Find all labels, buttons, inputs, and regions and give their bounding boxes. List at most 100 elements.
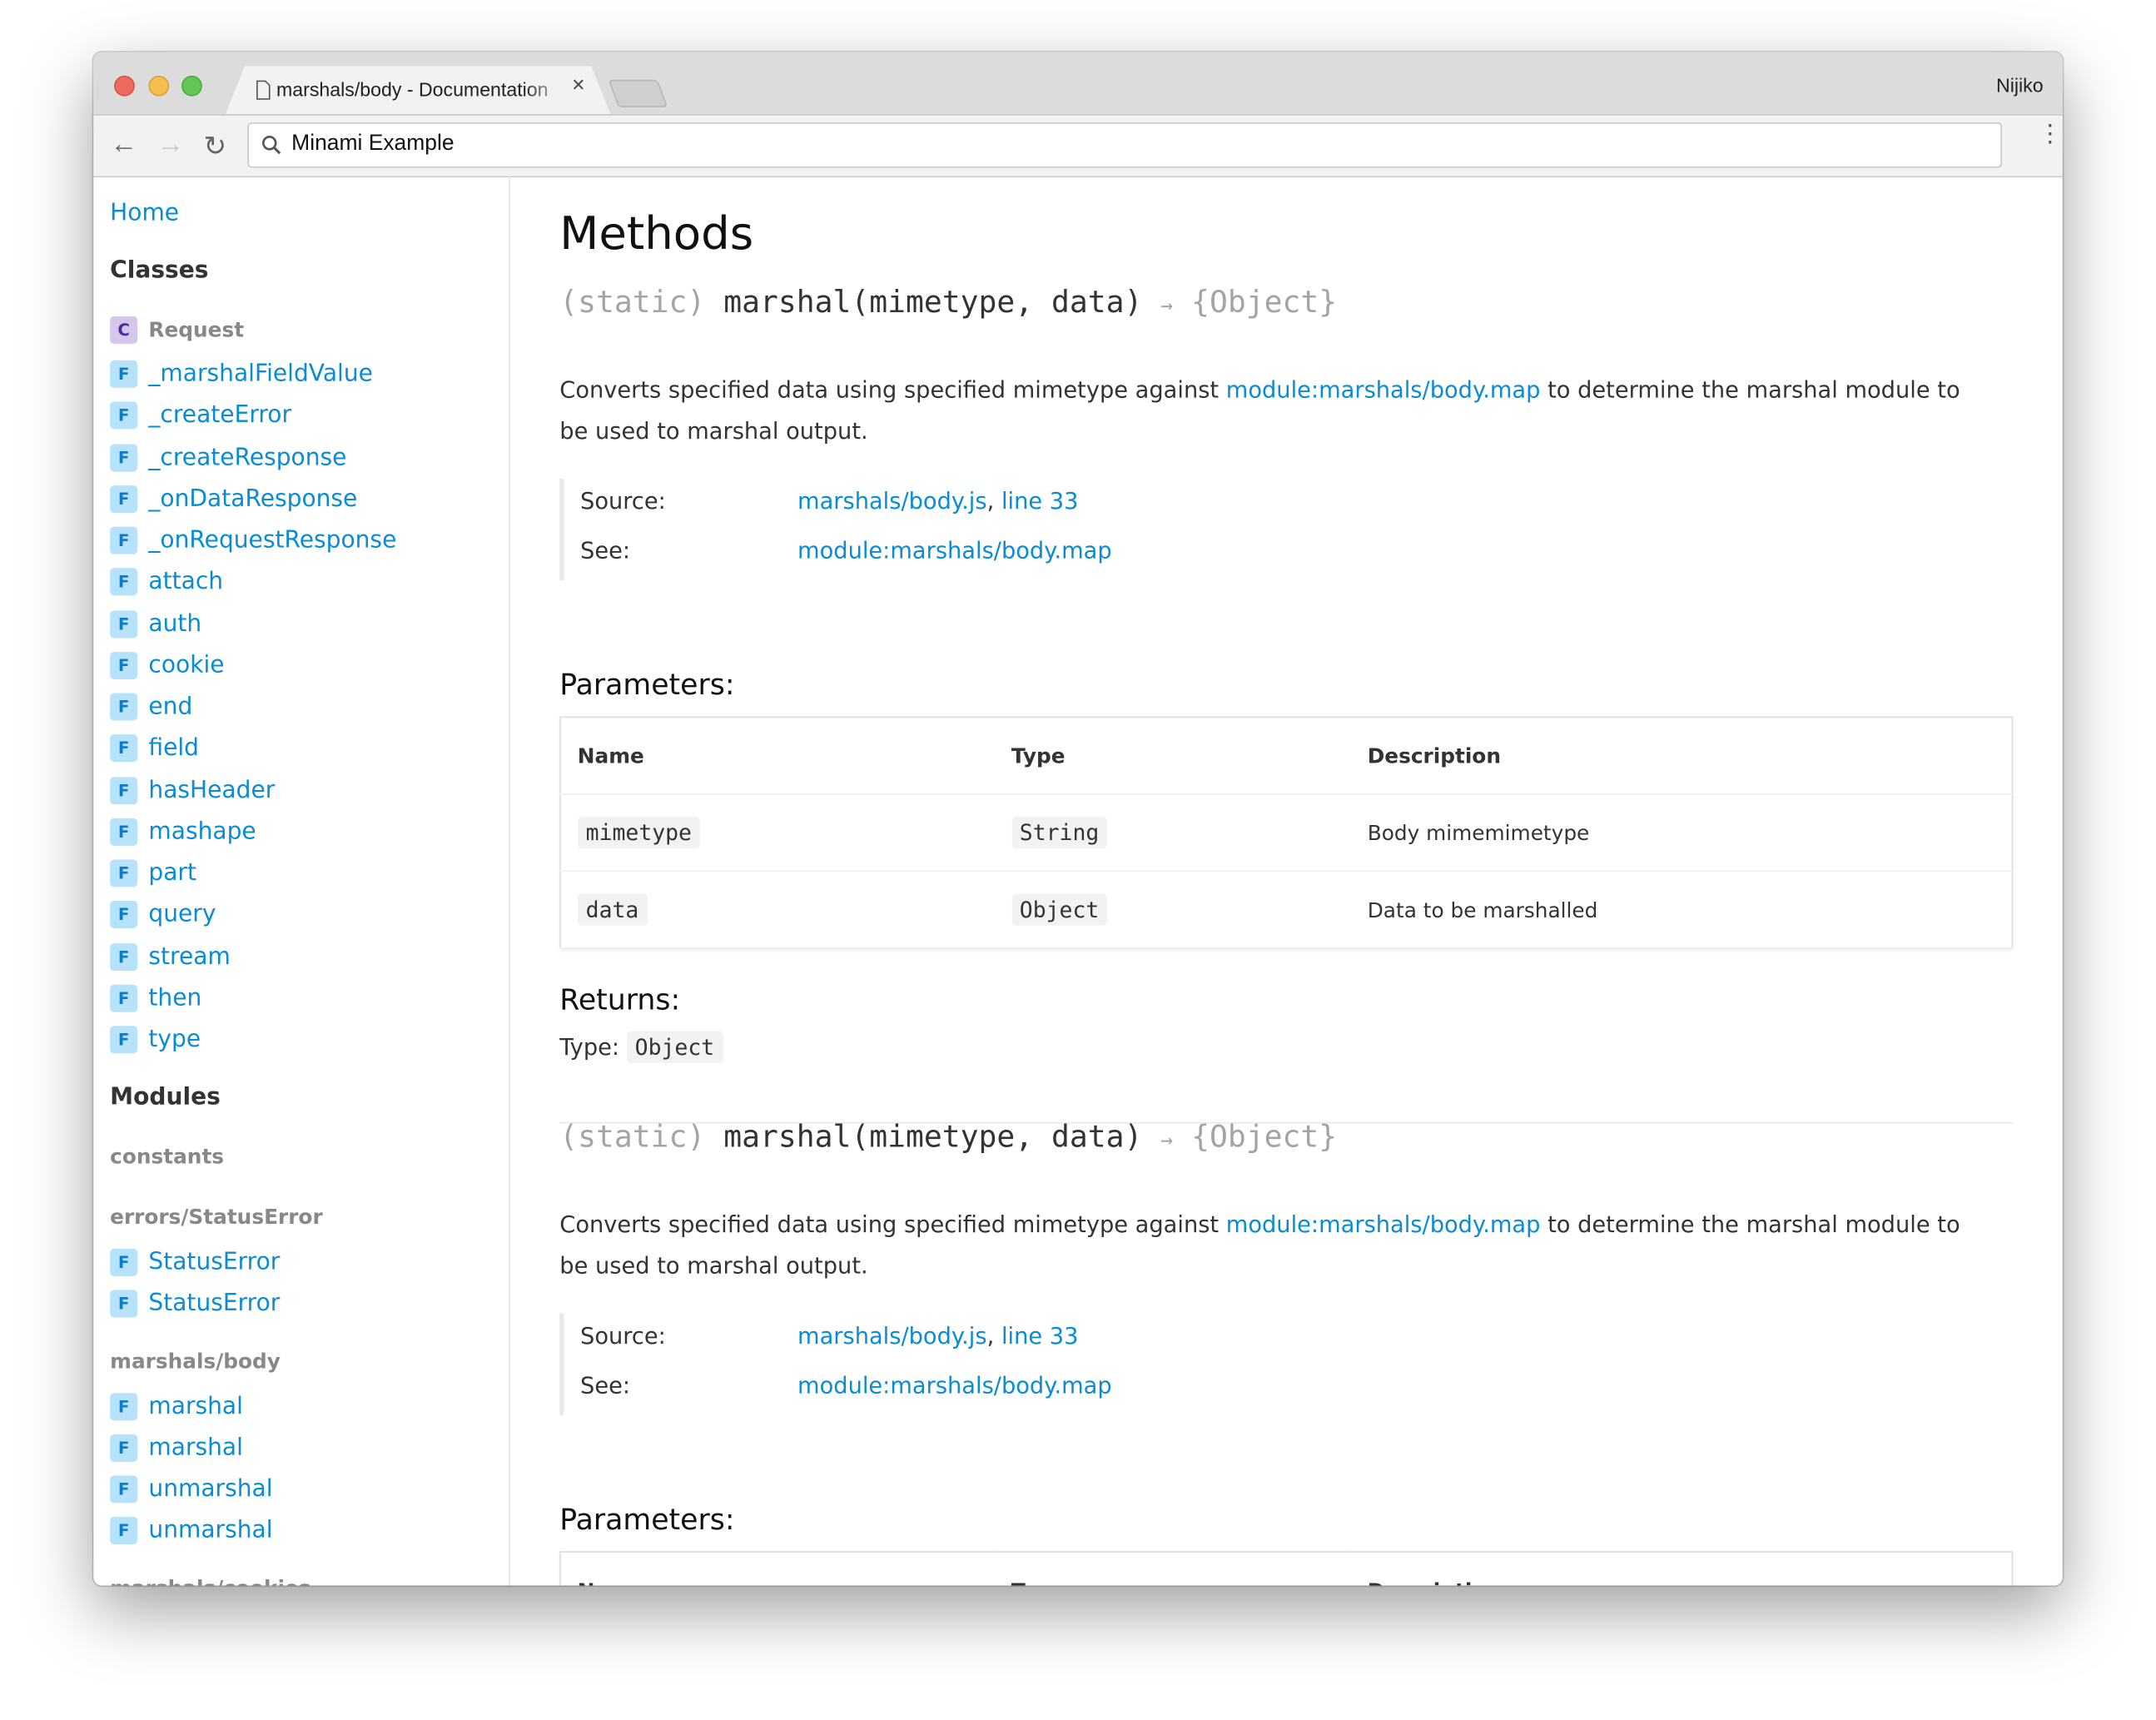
- sidebar-function-item[interactable]: Fcookie: [110, 651, 225, 679]
- back-icon[interactable]: ←: [110, 129, 137, 161]
- module-item-label: unmarshal: [148, 1517, 273, 1545]
- parameters-table: Name Type Description mimetype String Body mi…: [559, 716, 2014, 949]
- method-signature: (static) marshal(mimetype, data) → {Obje…: [559, 1121, 1337, 1155]
- menu-icon[interactable]: ⋮: [2038, 121, 2063, 146]
- maximize-window-button[interactable]: [181, 75, 202, 97]
- sidebar-module-item[interactable]: Fmarshal: [110, 1392, 243, 1420]
- sidebar-module-item[interactable]: Funmarshal: [110, 1475, 273, 1504]
- column-name: Name: [560, 1552, 996, 1586]
- sidebar-function-item[interactable]: Fpart: [110, 859, 196, 887]
- method-description: Converts specified data using specified …: [559, 1205, 1990, 1287]
- function-label: stream: [148, 942, 231, 971]
- tab-close-icon[interactable]: ×: [572, 74, 584, 99]
- function-badge: F: [110, 651, 138, 679]
- function-badge: F: [110, 1026, 138, 1054]
- separator: ,: [986, 1323, 1001, 1350]
- desc-link[interactable]: module:marshals/body.map: [1226, 1211, 1541, 1237]
- browser-window: marshals/body - Documentation × Nijiko ←…: [93, 52, 2063, 1586]
- source-line-link[interactable]: line 33: [1001, 488, 1079, 514]
- modules-heading: Modules: [110, 1083, 221, 1111]
- function-badge: F: [110, 1475, 138, 1504]
- module-heading[interactable]: marshals/body: [110, 1349, 281, 1374]
- function-badge: F: [110, 1434, 138, 1462]
- profile-name[interactable]: Nijiko: [1996, 74, 2044, 96]
- param-type: Object: [1011, 893, 1108, 926]
- function-badge: F: [110, 901, 138, 929]
- function-badge: F: [110, 942, 138, 971]
- sidebar-module-item[interactable]: F StatusError: [110, 1248, 281, 1276]
- sidebar-function-item[interactable]: Ftype: [110, 1026, 201, 1054]
- sidebar-function-item[interactable]: FhasHeader: [110, 776, 275, 804]
- sidebar-function-item[interactable]: Ffield: [110, 734, 199, 763]
- close-window-button[interactable]: [114, 75, 135, 97]
- tab-title: marshals/body - Documentation: [276, 78, 549, 101]
- function-label: _onRequestResponse: [148, 526, 397, 554]
- function-badge: F: [110, 1392, 138, 1420]
- column-description: Description: [1350, 717, 2013, 795]
- forward-icon[interactable]: →: [156, 129, 184, 161]
- new-tab-button[interactable]: [608, 79, 668, 107]
- sidebar-function-item[interactable]: Fattach: [110, 568, 224, 596]
- parameters-heading: Parameters:: [559, 668, 735, 702]
- method-description: Converts specified data using specified …: [559, 370, 1990, 452]
- see-label: See:: [580, 1372, 631, 1399]
- parameters-table-wrap: NameTypeDescription: [559, 1551, 2014, 1586]
- classes-heading: Classes: [110, 256, 209, 285]
- toolbar: ← → ↻ Minami Example ⋮: [93, 114, 2063, 178]
- address-bar[interactable]: Minami Example: [247, 122, 2003, 168]
- address-text: Minami Example: [291, 132, 455, 156]
- tab-active[interactable]: marshals/body - Documentation ×: [225, 66, 611, 115]
- sidebar-module-item[interactable]: Funmarshal: [110, 1517, 273, 1545]
- arrow-icon: →: [1160, 1127, 1174, 1153]
- return-type: {Object}: [1191, 1121, 1338, 1156]
- sidebar-function-item[interactable]: Fstream: [110, 942, 231, 971]
- module-item-label: StatusError: [148, 1248, 281, 1276]
- sidebar-module-item[interactable]: Fmarshal: [110, 1434, 243, 1462]
- return-type: {Object}: [1191, 286, 1338, 321]
- sidebar-function-item[interactable]: F _marshalFieldValue: [110, 360, 373, 388]
- minimize-window-button[interactable]: [148, 75, 170, 97]
- function-badge: F: [110, 526, 138, 554]
- desc-text: Converts specified data using specified …: [559, 1211, 1226, 1238]
- sidebar-function-item[interactable]: F _onDataResponse: [110, 485, 357, 513]
- function-label: type: [148, 1026, 201, 1054]
- desc-link[interactable]: module:marshals/body.map: [1226, 377, 1541, 403]
- function-badge: F: [110, 1290, 138, 1318]
- reload-icon[interactable]: ↻: [203, 129, 226, 163]
- module-item-label: StatusError: [148, 1290, 281, 1318]
- function-label: end: [148, 693, 193, 721]
- source-line-link[interactable]: line 33: [1001, 1323, 1079, 1349]
- module-heading[interactable]: errors/StatusError: [110, 1205, 323, 1230]
- source-file-link[interactable]: marshals/body.js: [797, 1323, 987, 1349]
- see-link[interactable]: module:marshals/body.map: [797, 1372, 1112, 1398]
- sidebar-function-item[interactable]: Fauth: [110, 609, 201, 638]
- function-badge: F: [110, 693, 138, 721]
- sidebar-function-item[interactable]: Fend: [110, 693, 192, 721]
- function-label: attach: [148, 568, 224, 596]
- document-icon: [256, 80, 271, 100]
- column-name: Name: [560, 717, 996, 795]
- returns-type: Type: Object: [559, 1031, 723, 1063]
- sidebar-function-item[interactable]: Fmashape: [110, 818, 256, 846]
- function-badge: F: [110, 1248, 138, 1276]
- param-name: data: [577, 893, 648, 926]
- class-request[interactable]: C Request: [110, 316, 244, 344]
- sidebar-function-item[interactable]: Fquery: [110, 901, 216, 929]
- returns-type-label: Type:: [559, 1034, 620, 1061]
- see-link[interactable]: module:marshals/body.map: [797, 538, 1112, 564]
- function-label: query: [148, 901, 216, 929]
- sidebar-function-item[interactable]: F _createResponse: [110, 443, 346, 471]
- source-file-link[interactable]: marshals/body.js: [797, 488, 987, 514]
- function-label: field: [148, 734, 199, 763]
- sidebar-module-item[interactable]: F StatusError: [110, 1290, 280, 1318]
- module-item-label: marshal: [148, 1392, 243, 1420]
- module-heading[interactable]: constants: [110, 1144, 224, 1169]
- returns-heading: Returns:: [559, 983, 681, 1017]
- sidebar-function-item[interactable]: Fthen: [110, 984, 201, 1012]
- home-link[interactable]: Home: [110, 200, 179, 227]
- sidebar-function-item[interactable]: F _onRequestResponse: [110, 526, 397, 554]
- module-heading[interactable]: marshals/cookies: [110, 1575, 310, 1585]
- column-type: Type: [995, 717, 1351, 795]
- sidebar-function-item[interactable]: F _createError: [110, 401, 291, 430]
- function-label: cookie: [148, 651, 225, 679]
